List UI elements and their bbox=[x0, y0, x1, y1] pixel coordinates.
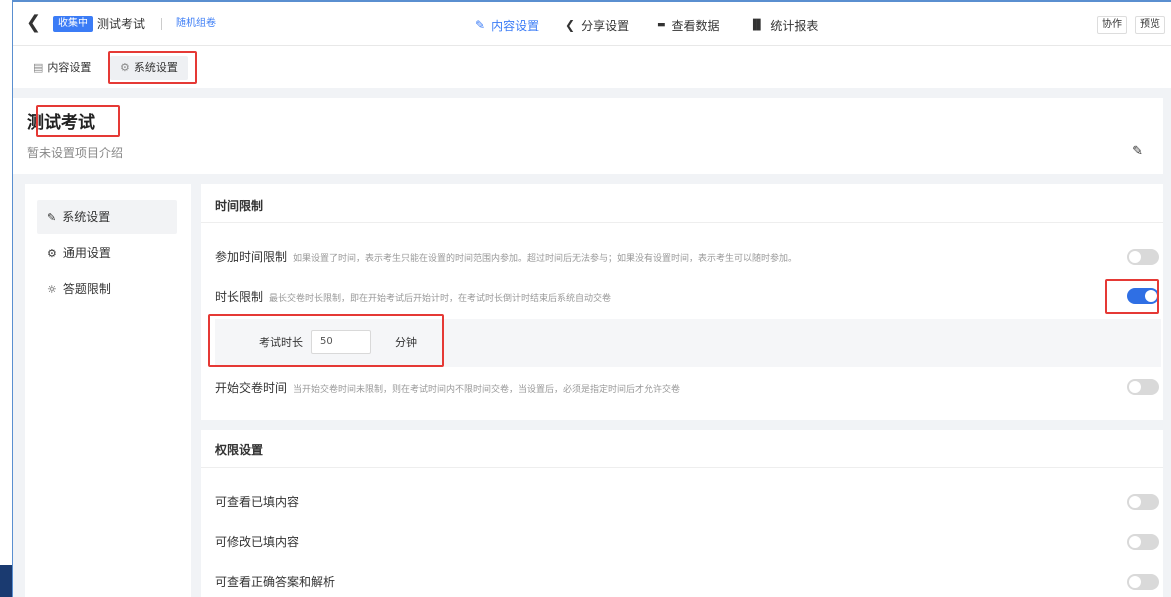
row-hint: 如果设置了时间，表示考生只能在设置的时间范围内参加。超过时间后无法参与；如果没有… bbox=[293, 254, 798, 264]
time-limit-card: 时间限制 参加时间限制 如果设置了时间，表示考生只能在设置的时间范围内参加。超过时… bbox=[201, 184, 1163, 420]
tab-content-settings[interactable]: ✎ 内容设置 bbox=[466, 2, 548, 49]
view-filled-content-toggle[interactable] bbox=[1127, 494, 1159, 510]
submission-start-time-row: 开始交卷时间 当开始交卷时间未限制，则在考试时间内不限时间交卷，当设置后，必须是指… bbox=[215, 380, 680, 398]
window-edge-decoration bbox=[0, 565, 12, 597]
tab-label: 内容设置 bbox=[491, 18, 540, 33]
exam-duration-input[interactable]: 50 bbox=[311, 330, 371, 354]
divider bbox=[201, 467, 1163, 468]
tab-view-data[interactable]: ▬ 查看数据 bbox=[657, 2, 720, 48]
sidebar-item-general-settings[interactable]: ⚙ 通用设置 bbox=[37, 236, 177, 270]
tab-label: 查看数据 bbox=[671, 18, 720, 33]
app: ❮ 收集中 测试考试 随机组卷 ✎ 内容设置 ❮ 分享设置 ▬ 查看数据 ▐▌ … bbox=[13, 0, 1171, 597]
status-badge: 收集中 bbox=[53, 16, 93, 32]
document-icon: ▤ bbox=[33, 61, 44, 74]
section-title: 权限设置 bbox=[215, 443, 264, 457]
pen-icon: ✎ bbox=[475, 18, 486, 32]
project-title: 测试考试 bbox=[97, 17, 146, 31]
subtab-system-settings[interactable]: ⚙ 系统设置 bbox=[110, 56, 188, 80]
sidebar-item-label: 系统设置 bbox=[62, 210, 111, 224]
section-title: 时间限制 bbox=[215, 199, 264, 213]
permissions-card: 权限设置 可查看已填内容 可修改已填内容 可查看正确答案和解析 bbox=[201, 430, 1163, 597]
tab-share-settings[interactable]: ❮ 分享设置 bbox=[565, 2, 629, 48]
subtab-content-settings[interactable]: ▤ 内容设置 bbox=[23, 56, 101, 80]
preview-button[interactable]: 预览 bbox=[1135, 16, 1165, 34]
gear-icon: ⚙ bbox=[120, 61, 130, 74]
subtab-label: 内容设置 bbox=[47, 61, 92, 74]
view-answers-toggle[interactable] bbox=[1127, 574, 1159, 590]
exam-duration-unit: 分钟 bbox=[395, 336, 417, 349]
sidebar-item-label: 答题限制 bbox=[62, 282, 111, 296]
bar-chart-icon: ▐▌ bbox=[749, 19, 765, 31]
row-label: 开始交卷时间 bbox=[215, 381, 288, 395]
sun-icon: ☼ bbox=[47, 283, 57, 296]
sidebar-item-label: 通用设置 bbox=[62, 246, 111, 260]
gear-icon: ⚙ bbox=[47, 247, 57, 260]
participation-time-limit-row: 参加时间限制 如果设置了时间，表示考生只能在设置的时间范围内参加。超过时间后无法参… bbox=[215, 249, 797, 267]
pen-icon: ✎ bbox=[47, 211, 57, 224]
row-label: 可查看正确答案和解析 bbox=[215, 575, 336, 589]
edit-filled-content-row: 可修改已填内容 bbox=[215, 534, 299, 550]
edit-icon[interactable]: ✎ bbox=[1132, 144, 1143, 159]
sub-tab-bar: ▤ 内容设置 ⚙ 系统设置 bbox=[13, 46, 1171, 88]
edit-filled-content-toggle[interactable] bbox=[1127, 534, 1159, 550]
settings-main: 时间限制 参加时间限制 如果设置了时间，表示考生只能在设置的时间范围内参加。超过时… bbox=[201, 184, 1163, 597]
row-label: 时长限制 bbox=[215, 290, 264, 304]
sidebar-item-system-settings[interactable]: ✎ 系统设置 bbox=[37, 200, 177, 234]
chevron-left-icon[interactable]: ❮ bbox=[26, 14, 41, 32]
duration-limit-toggle[interactable] bbox=[1127, 288, 1159, 304]
page-title: 测试考试 bbox=[27, 113, 95, 133]
share-icon: ❮ bbox=[565, 18, 576, 32]
submission-start-time-toggle[interactable] bbox=[1127, 379, 1159, 395]
sidebar-item-answer-limits[interactable]: ☼ 答题限制 bbox=[37, 272, 177, 306]
duration-panel: 考试时长 50 分钟 bbox=[215, 319, 1161, 367]
view-answers-row: 可查看正确答案和解析 bbox=[215, 574, 335, 590]
tab-label: 统计报表 bbox=[770, 18, 819, 33]
participation-time-limit-toggle[interactable] bbox=[1127, 249, 1159, 265]
data-icon: ▬ bbox=[657, 20, 666, 30]
row-label: 参加时间限制 bbox=[215, 250, 288, 264]
project-intro-card: 测试考试 暂未设置项目介绍 ✎ bbox=[13, 98, 1163, 174]
row-label: 可修改已填内容 bbox=[215, 535, 300, 549]
left-edge bbox=[0, 0, 12, 597]
top-bar: ❮ 收集中 测试考试 随机组卷 ✎ 内容设置 ❮ 分享设置 ▬ 查看数据 ▐▌ … bbox=[13, 0, 1171, 49]
project-description: 暂未设置项目介绍 bbox=[27, 146, 124, 160]
exam-duration-label: 考试时长 bbox=[259, 336, 303, 349]
tab-label: 分享设置 bbox=[581, 18, 630, 33]
row-hint: 最长交卷时长限制，即在开始考试后开始计时，在考试时长倒计时结束后系统自动交卷 bbox=[269, 294, 612, 304]
collaborate-button[interactable]: 协作 bbox=[1097, 16, 1127, 34]
tab-statistics[interactable]: ▐▌ 统计报表 bbox=[749, 2, 818, 48]
divider bbox=[201, 222, 1163, 223]
settings-sidebar: ✎ 系统设置 ⚙ 通用设置 ☼ 答题限制 bbox=[25, 184, 191, 597]
duration-limit-row: 时长限制 最长交卷时长限制，即在开始考试后开始计时，在考试时长倒计时结束后系统自动… bbox=[215, 289, 611, 307]
view-filled-content-row: 可查看已填内容 bbox=[215, 494, 299, 510]
divider bbox=[161, 18, 162, 30]
subtab-label: 系统设置 bbox=[133, 61, 178, 74]
row-hint: 当开始交卷时间未限制，则在考试时间内不限时间交卷，当设置后，必须是指定时间后才允… bbox=[293, 385, 681, 395]
mode-link[interactable]: 随机组卷 bbox=[176, 17, 216, 31]
row-label: 可查看已填内容 bbox=[215, 495, 300, 509]
